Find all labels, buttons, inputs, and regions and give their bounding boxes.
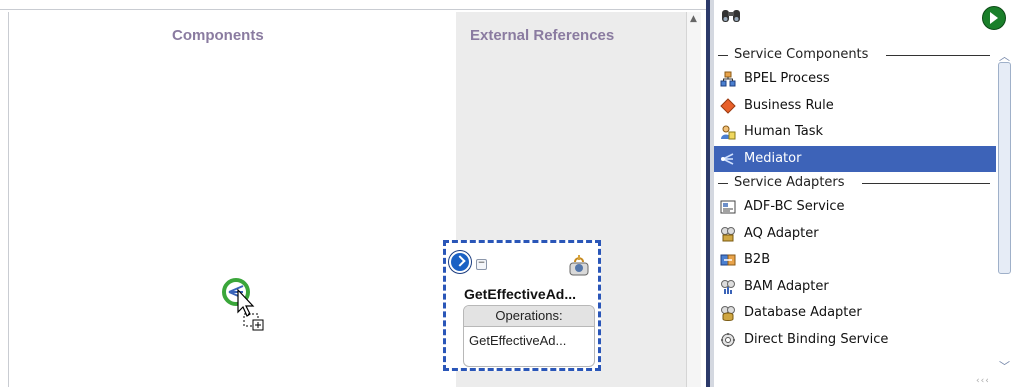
- database-adapter-icon: [721, 306, 735, 321]
- human-task-icon: [721, 125, 736, 140]
- palette-item-label: ADF-BC Service: [744, 199, 845, 214]
- palette-item-label: Database Adapter: [744, 305, 862, 320]
- palette-toolbar: [714, 0, 1014, 36]
- aq-adapter-icon: [721, 226, 735, 241]
- palette-item-label: Human Task: [744, 124, 824, 139]
- component-palette: Service Components BPEL Process Business…: [714, 0, 1014, 387]
- palette-item-bpel-process[interactable]: BPEL Process: [714, 66, 996, 93]
- canvas-vertical-scrollbar[interactable]: ▲: [686, 12, 701, 387]
- palette-item-b2b[interactable]: B2B: [714, 247, 996, 274]
- palette-item-label: B2B: [744, 252, 771, 267]
- palette-item-adf-bc-service[interactable]: ADF-BC Service: [714, 194, 996, 221]
- external-references-title: External References: [470, 27, 615, 44]
- service-card-name: GetEffectiveAd...: [464, 286, 577, 302]
- operation-item[interactable]: GetEffectiveAd...: [464, 327, 594, 348]
- palette-item-label: Business Rule: [744, 97, 834, 113]
- palette-vertical-scrollbar[interactable]: ︿ ﹀: [996, 44, 1014, 374]
- group-label: Service Adapters: [734, 175, 845, 190]
- palette-item-aq-adapter[interactable]: AQ Adapter: [714, 221, 996, 248]
- palette-item-label: BAM Adapter: [744, 278, 829, 294]
- scroll-down-arrow-icon[interactable]: ﹀: [999, 358, 1010, 374]
- palette-item-label: Direct Binding Service: [744, 331, 889, 347]
- collapse-icon[interactable]: −: [476, 259, 487, 270]
- service-card-header: −: [446, 243, 598, 285]
- composite-canvas[interactable]: ▲ Components External References − GetEf…: [0, 0, 706, 387]
- horizontal-scroll-grip-icon[interactable]: ‹‹‹: [976, 376, 990, 386]
- group-service-adapters[interactable]: Service Adapters: [714, 172, 996, 194]
- b2b-icon: [720, 254, 736, 266]
- web-service-icon: [569, 255, 589, 276]
- components-title: Components: [172, 27, 264, 44]
- search-binoculars-icon[interactable]: [720, 7, 742, 25]
- palette-item-mediator[interactable]: Mediator: [714, 145, 996, 172]
- external-service-card[interactable]: − GetEffectiveAd... Operations: GetEffec…: [443, 240, 601, 371]
- group-service-components[interactable]: Service Components: [714, 44, 996, 66]
- mediator-icon: [721, 152, 734, 165]
- bpel-process-icon: [720, 71, 736, 87]
- palette-item-database-adapter[interactable]: Database Adapter: [714, 300, 996, 327]
- palette-item-human-task[interactable]: Human Task: [714, 119, 996, 146]
- palette-list: Service Components BPEL Process Business…: [714, 44, 996, 387]
- business-rule-icon: [720, 97, 736, 114]
- palette-item-bam-adapter[interactable]: BAM Adapter: [714, 274, 996, 301]
- group-label: Service Components: [734, 47, 869, 62]
- adf-bc-service-icon: [720, 200, 736, 214]
- scroll-up-arrow-icon[interactable]: ▲: [690, 14, 697, 24]
- service-interface-chevron-icon[interactable]: [449, 251, 471, 273]
- bam-adapter-icon: [721, 279, 735, 294]
- palette-item-label: Mediator: [744, 150, 802, 166]
- palette-item-label: AQ Adapter: [744, 225, 819, 241]
- direct-binding-service-icon: [721, 332, 735, 347]
- operations-header: Operations:: [464, 306, 594, 327]
- add-to-palette-icon[interactable]: [982, 6, 1006, 30]
- operations-box: Operations: GetEffectiveAd...: [463, 305, 595, 367]
- group-rule: [862, 183, 990, 184]
- canvas-top-border: [0, 0, 706, 10]
- palette-item-label: BPEL Process: [744, 71, 830, 86]
- scrollbar-thumb[interactable]: [998, 62, 1011, 274]
- palette-item-direct-binding-service[interactable]: Direct Binding Service: [714, 327, 996, 354]
- group-rule: [886, 55, 990, 56]
- drag-mediator-cursor-icon: [222, 278, 264, 331]
- palette-item-business-rule[interactable]: Business Rule: [714, 93, 996, 120]
